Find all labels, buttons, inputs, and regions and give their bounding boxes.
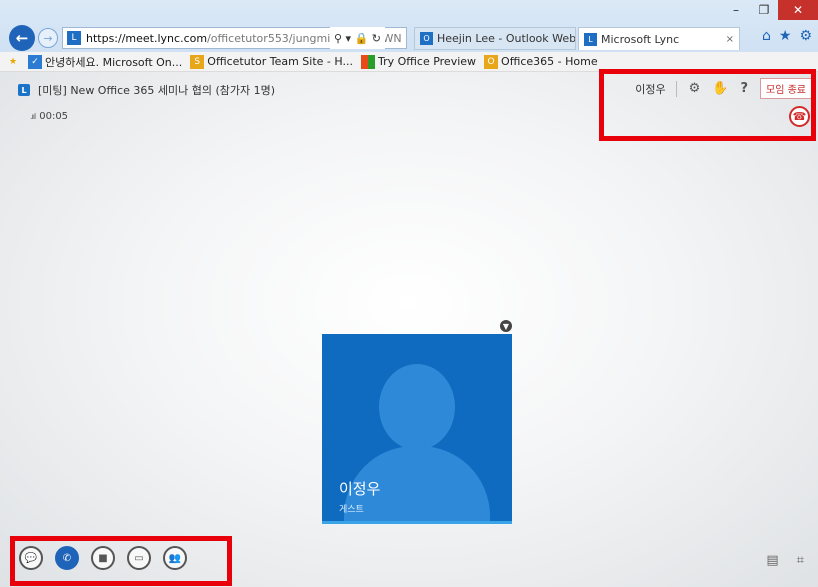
raise-hand-icon[interactable]: ✋ [712, 81, 728, 96]
im-button[interactable]: 💬 [19, 546, 43, 570]
hangup-phone-icon[interactable]: ☎ [789, 106, 810, 127]
favorite-label: Office365 - Home [501, 55, 598, 68]
office365-icon: O [484, 54, 499, 69]
lync-logo-icon: L [18, 84, 30, 96]
call-duration: 00:05 [39, 111, 69, 122]
home-icon[interactable]: ⌂ [762, 28, 771, 44]
lync-tab-icon: L [584, 32, 597, 46]
close-window-button[interactable]: ✕ [778, 0, 818, 20]
sharepoint-icon: S [190, 54, 205, 69]
office-icon [360, 54, 375, 69]
favorite-label: 안녕하세요. Microsoft On... [45, 55, 183, 69]
meeting-stage: L [미팅] New Office 365 세미나 협의 (참가자 1명) .ı… [0, 69, 818, 587]
settings-gear-icon[interactable]: ⚙ [689, 81, 701, 96]
current-user-name[interactable]: 이정우 [635, 80, 677, 97]
back-button[interactable]: ← [9, 25, 35, 51]
meeting-title: [미팅] New Office 365 세미나 협의 (참가자 1명) [38, 84, 276, 97]
participant-menu-icon[interactable]: ▼ [500, 320, 512, 332]
people-icon: 👥 [168, 552, 182, 564]
browser-titlebar: – ❐ ✕ ← → L https://meet.lync.com /offic… [0, 0, 818, 52]
participants-button[interactable]: 👥 [163, 546, 187, 570]
browser-toolbar-icons: ⌂ ★ ⚙ [762, 28, 812, 44]
minimize-button[interactable]: – [722, 0, 750, 20]
camera-icon: ■ [98, 552, 108, 564]
chat-bubble-icon: 💬 [24, 552, 38, 564]
avatar-head-icon [379, 364, 455, 450]
tab-label: Heejin Lee - Outlook Web App [437, 32, 576, 45]
lync-favicon-icon: L [67, 31, 81, 45]
window-controls: – ❐ ✕ [722, 0, 818, 20]
forward-arrow-icon: → [43, 31, 53, 45]
outlook-icon: O [420, 32, 433, 45]
favorite-item[interactable]: S Officetutor Team Site - H... [190, 54, 353, 69]
msn-icon: ✓ [28, 54, 42, 69]
meeting-title-bar: L [미팅] New Office 365 세미나 협의 (참가자 1명) [18, 82, 275, 98]
gear-icon[interactable]: ⚙ [799, 28, 812, 44]
participant-role: 게스트 [339, 505, 364, 515]
end-meeting-button[interactable]: 모임 종료 [760, 78, 812, 99]
view-controls: ▤ ⌗ [766, 553, 804, 568]
favorite-label: Officetutor Team Site - H... [207, 55, 353, 68]
fullscreen-icon[interactable]: ⌗ [797, 553, 804, 568]
back-arrow-icon: ← [15, 29, 29, 47]
layout-icon[interactable]: ▤ [766, 553, 778, 568]
favorite-label: Try Office Preview [377, 55, 477, 68]
star-icon[interactable]: ★ [779, 28, 792, 44]
restore-button[interactable]: ❐ [750, 0, 778, 20]
monitor-icon: ▭ [134, 552, 144, 564]
participant-name: 이정우 [339, 480, 381, 498]
help-icon[interactable]: ? [740, 81, 748, 96]
video-button[interactable]: ■ [91, 546, 115, 570]
meeting-toolbar: 💬 ✆ ■ ▭ 👥 [19, 546, 187, 570]
present-button[interactable]: ▭ [127, 546, 151, 570]
tab-label: Microsoft Lync [601, 32, 680, 46]
hangup-glyph: ☎ [792, 110, 807, 123]
phone-icon: ✆ [62, 552, 72, 564]
favorites-bar: ★ ✓ 안녕하세요. Microsoft On... S Officetutor… [0, 52, 818, 72]
favorites-star-icon[interactable]: ★ [6, 55, 20, 69]
address-host: https://meet.lync.com [86, 31, 208, 45]
tab-lync[interactable]: L Microsoft Lync × [578, 27, 740, 50]
favorite-item[interactable]: O Office365 - Home [484, 54, 598, 69]
call-timer: .ııl 00:05 [30, 111, 68, 122]
forward-button[interactable]: → [38, 28, 58, 48]
tab-close-icon[interactable]: × [726, 34, 734, 45]
tab-outlook[interactable]: O Heejin Lee - Outlook Web App [414, 27, 576, 50]
participant-tile[interactable]: 이정우 게스트 [322, 334, 512, 524]
call-button[interactable]: ✆ [55, 546, 79, 570]
meeting-controls: 이정우 ⚙ ✋ ? 모임 종료 [635, 78, 812, 99]
signal-strength-icon: .ııl [30, 112, 36, 121]
address-tools[interactable]: ⚲ ▾ 🔒 ↻ [330, 27, 385, 49]
favorite-item[interactable]: Try Office Preview [360, 54, 477, 69]
favorite-item[interactable]: ✓ 안녕하세요. Microsoft On... [28, 54, 182, 70]
